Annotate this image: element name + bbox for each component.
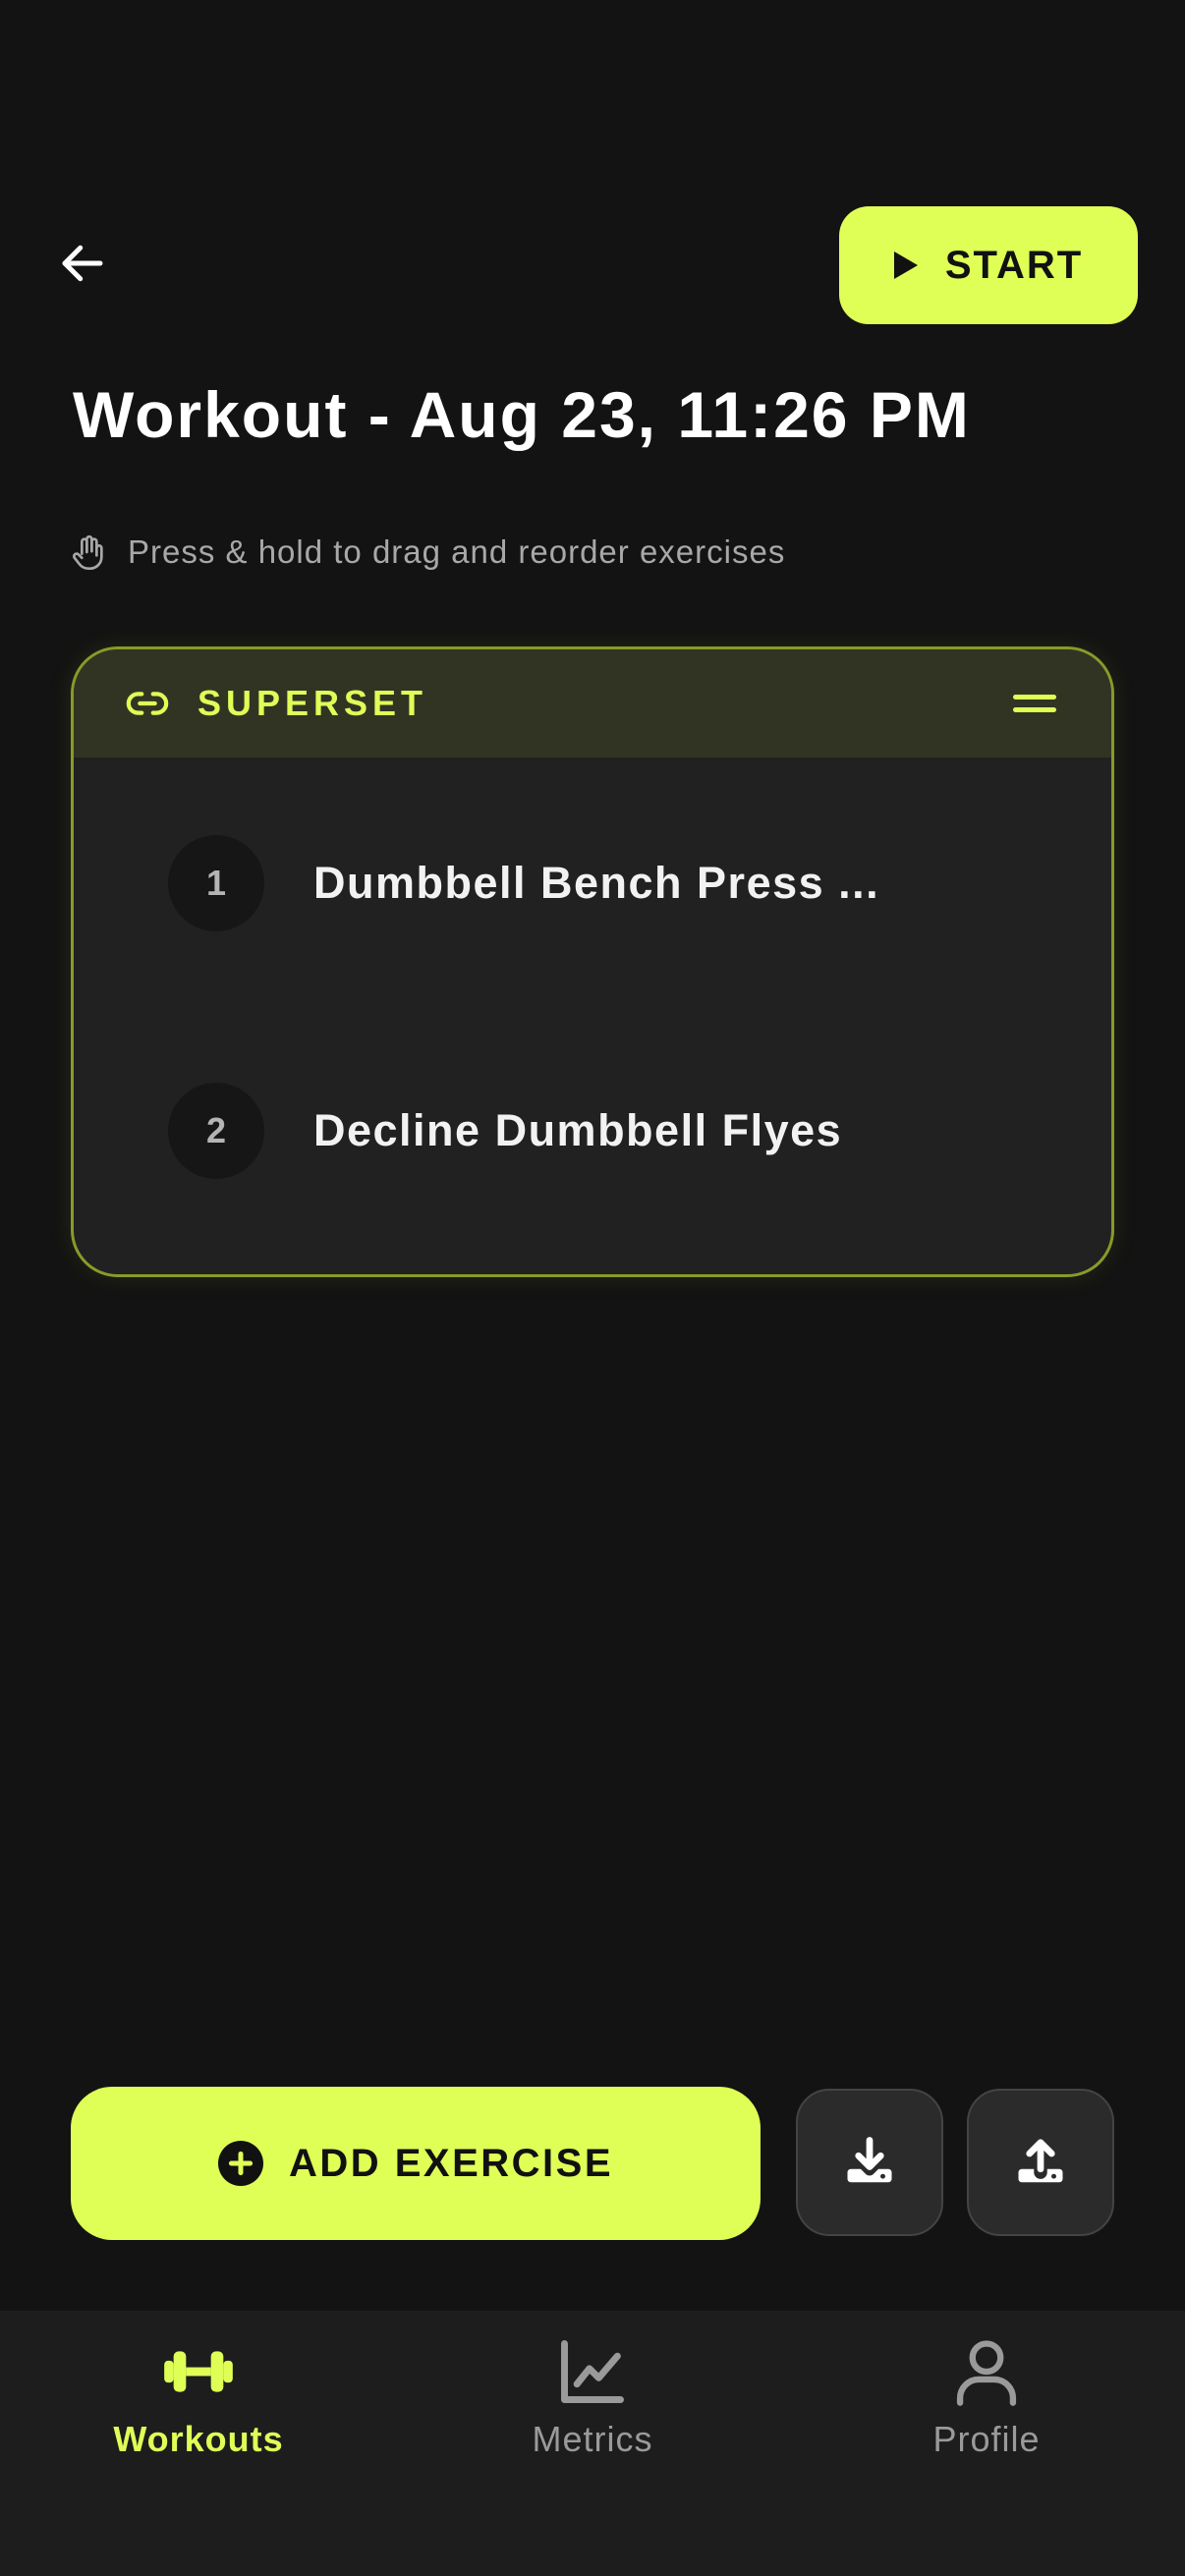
superset-header: SUPERSET	[74, 649, 1111, 757]
start-button[interactable]: START	[839, 206, 1138, 324]
arrow-left-icon	[62, 245, 103, 282]
exercise-name: Dumbbell Bench Press ...	[313, 858, 880, 908]
link-icon	[126, 692, 169, 715]
drag-handle-icon[interactable]	[1013, 685, 1056, 722]
plus-circle-icon	[217, 2141, 263, 2186]
add-exercise-label: ADD EXERCISE	[288, 2141, 614, 2185]
upload-icon	[1018, 2139, 1063, 2183]
start-label: START	[944, 243, 1084, 287]
exercise-name: Decline Dumbbell Flyes	[313, 1105, 843, 1155]
import-button[interactable]	[796, 2089, 943, 2236]
play-icon	[893, 252, 918, 279]
add-exercise-button[interactable]: ADD EXERCISE	[71, 2087, 761, 2240]
exercise-row[interactable]: 1 Dumbbell Bench Press ...	[74, 824, 1111, 942]
exercise-row[interactable]: 2 Decline Dumbbell Flyes	[74, 1072, 1111, 1190]
chart-icon	[561, 2340, 624, 2403]
superset-card[interactable]: SUPERSET 1 Dumbbell Bench Press ... 2 De…	[71, 646, 1114, 1277]
download-icon	[847, 2137, 892, 2183]
tab-label: Workouts	[113, 2419, 284, 2459]
dumbbell-icon	[164, 2351, 233, 2392]
tab-label: Metrics	[532, 2419, 653, 2459]
export-button[interactable]	[967, 2089, 1114, 2236]
hint-text: Press & hold to drag and reorder exercis…	[128, 533, 786, 570]
back-button[interactable]	[51, 232, 114, 295]
person-icon	[956, 2340, 1017, 2406]
workout-screen: START Workout - Aug 23, 11:26 PM Press &…	[0, 0, 1185, 2576]
tab-profile[interactable]: Profile	[839, 2334, 1134, 2482]
tab-label: Profile	[932, 2419, 1041, 2459]
exercise-number: 1	[168, 835, 264, 931]
hand-icon	[73, 534, 103, 570]
reorder-hint: Press & hold to drag and reorder exercis…	[69, 529, 785, 576]
tab-bar: Workouts Metrics Profile	[0, 2311, 1185, 2576]
tab-workouts[interactable]: Workouts	[51, 2334, 346, 2482]
tab-metrics[interactable]: Metrics	[445, 2334, 740, 2482]
exercise-number: 2	[168, 1083, 264, 1179]
page-title: Workout - Aug 23, 11:26 PM	[73, 378, 971, 451]
superset-label: SUPERSET	[198, 683, 428, 723]
